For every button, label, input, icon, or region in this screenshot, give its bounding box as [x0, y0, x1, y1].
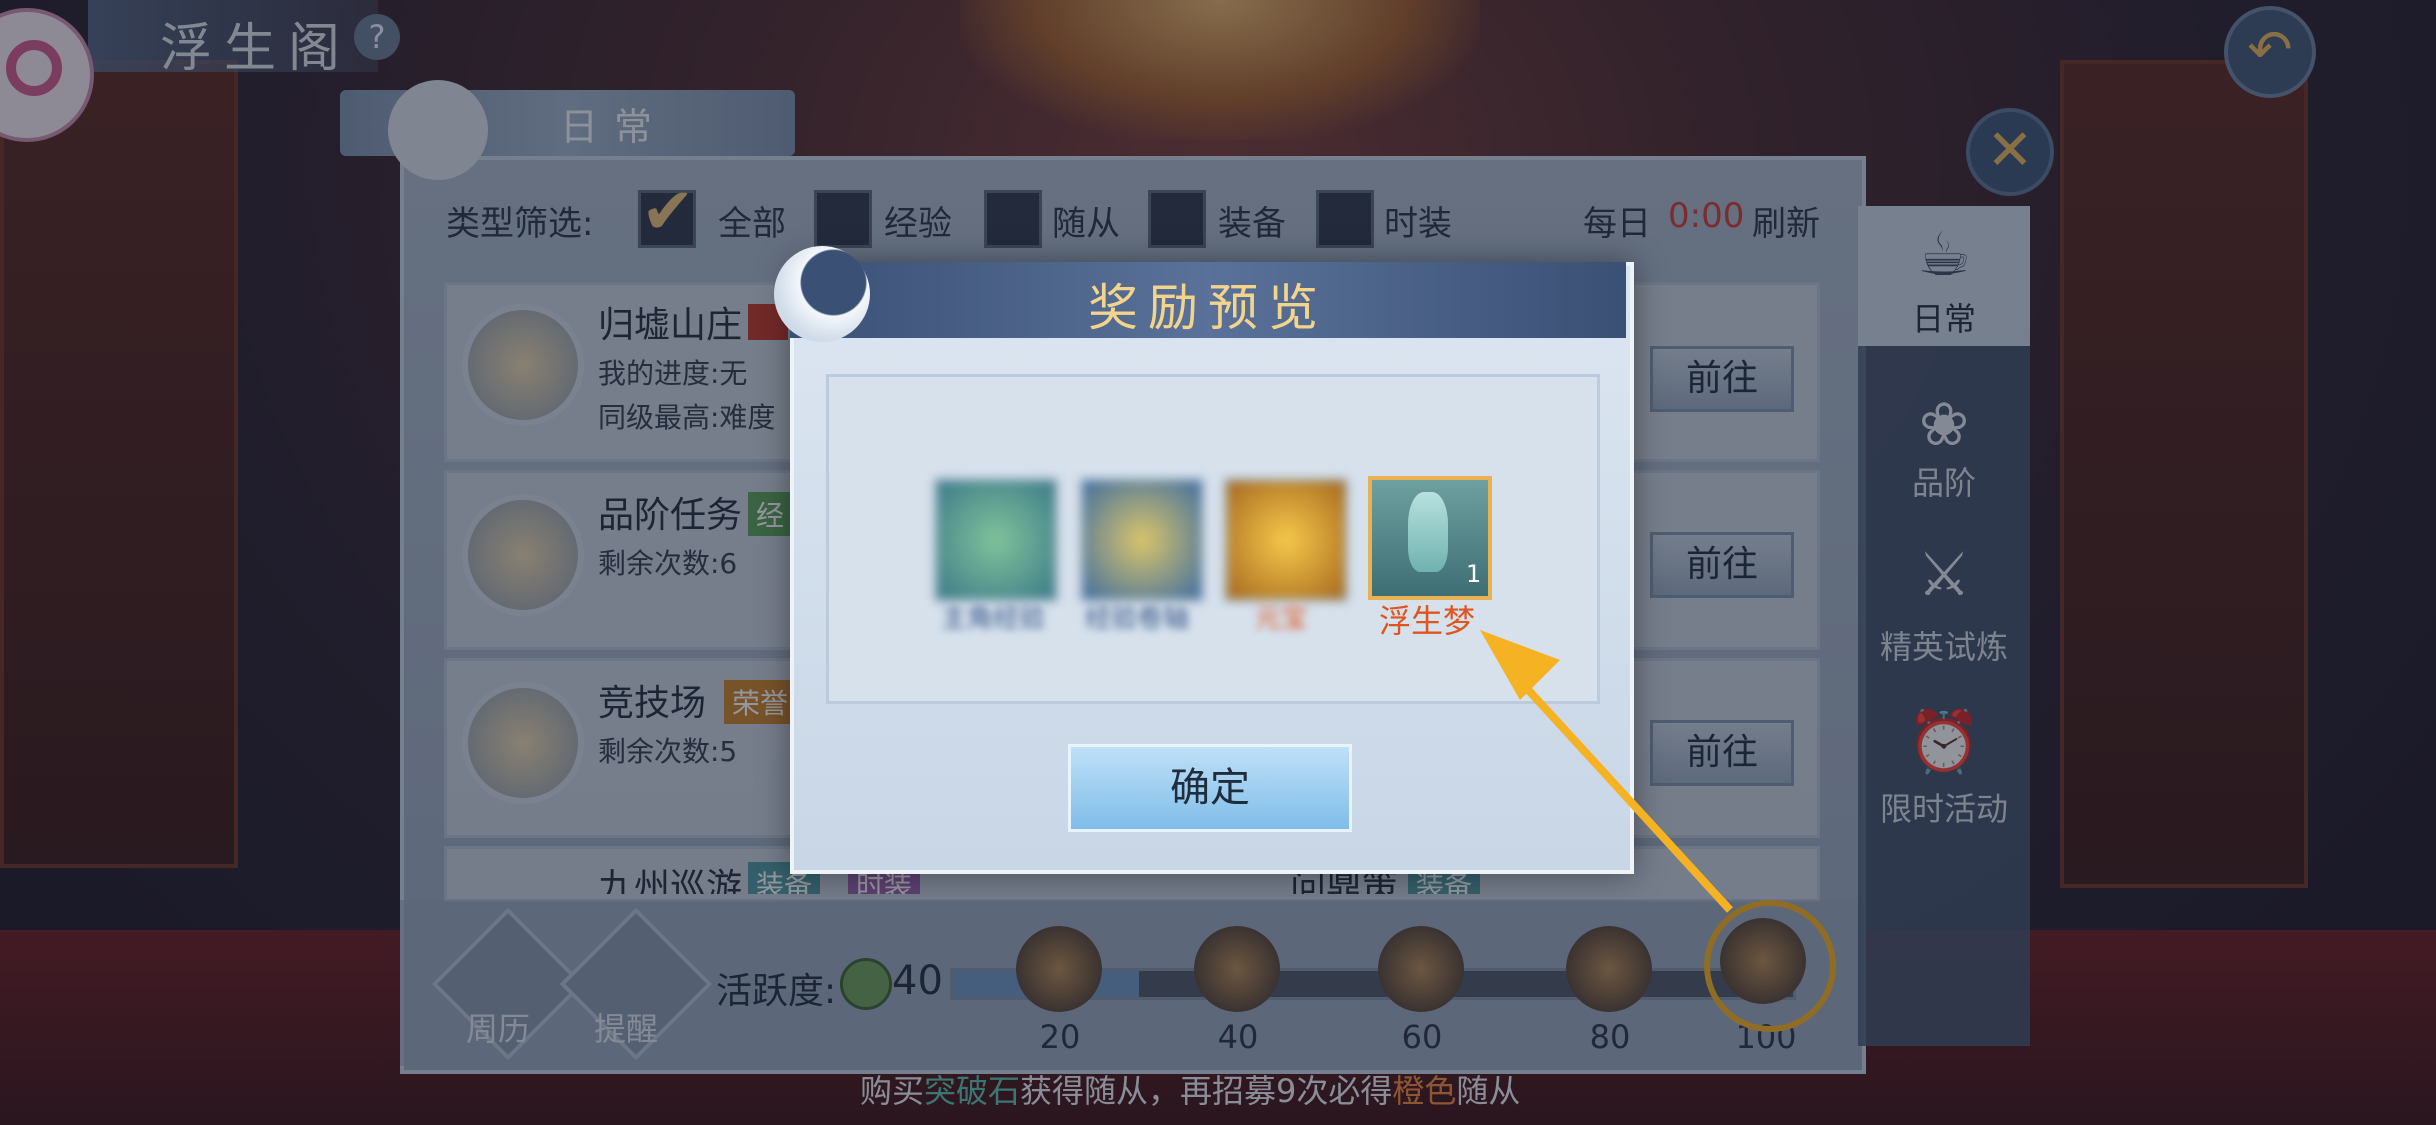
jade-orb-icon[interactable] — [934, 478, 1058, 602]
confirm-button[interactable]: 确定 — [1068, 744, 1352, 832]
reward-item-label: 经验卷轴 — [1084, 604, 1189, 634]
gold-ingot-icon[interactable] — [1224, 478, 1348, 602]
dialog-title: 奖励预览 — [1088, 279, 1328, 337]
item-count: 1 — [1466, 560, 1482, 588]
tutorial-arrow-icon — [1480, 630, 1733, 913]
scroll-icon[interactable] — [1080, 478, 1204, 602]
vase-icon — [1408, 492, 1448, 572]
reward-item-label: 主角经验 — [940, 604, 1045, 634]
reward-item-label: 元宝 — [1254, 604, 1307, 634]
moon-icon — [774, 246, 870, 342]
